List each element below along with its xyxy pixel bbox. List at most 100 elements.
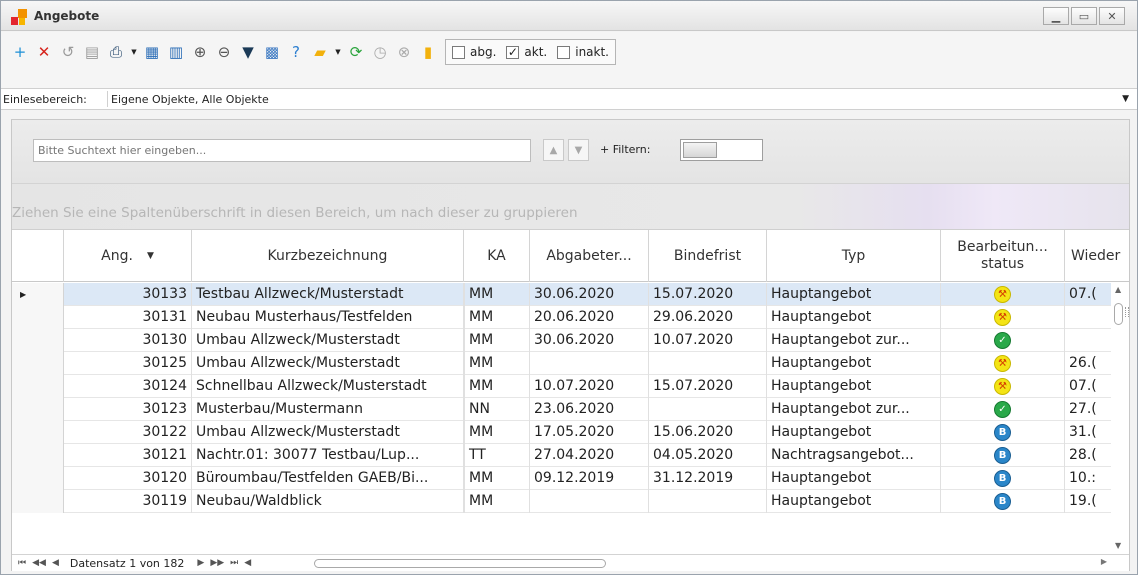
cell-typ[interactable]: Hauptangebot zur... [767, 329, 941, 352]
vertical-scrollbar[interactable]: ▲ ▼ [1111, 283, 1127, 558]
refresh-icon[interactable]: ⟳ [345, 41, 367, 63]
column-header-abgabetermin[interactable]: Abgabeter... [530, 230, 649, 282]
print-icon[interactable]: ⎙ [105, 41, 127, 63]
cell-kurzbezeichnung[interactable]: Umbau Allzweck/Musterstadt [192, 421, 464, 444]
cell-typ[interactable]: Hauptangebot [767, 467, 941, 490]
cell-bindefrist[interactable] [649, 352, 767, 375]
cell-abgabetermin[interactable]: 27.04.2020 [530, 444, 649, 467]
cell-ka[interactable]: MM [464, 375, 530, 398]
cell-kurzbezeichnung[interactable]: Büroumbau/Testfelden GAEB/Bi... [192, 467, 464, 490]
cell-ka[interactable]: MM [464, 467, 530, 490]
column-header-kurzbezeichnung[interactable]: Kurzbezeichnung [192, 230, 464, 282]
horizontal-scrollbar-thumb[interactable] [314, 559, 606, 568]
table-row[interactable]: ▶ 30133 Testbau Allzweck/Musterstadt MM 30.0… [12, 283, 1112, 306]
table-row[interactable]: 30130 Umbau Allzweck/Musterstadt MM 30.06.2… [12, 329, 1112, 352]
row-indicator[interactable] [12, 375, 64, 398]
scrollbar-thumb[interactable] [1114, 303, 1123, 325]
column-header-ka[interactable]: KA [464, 230, 530, 282]
undo-icon[interactable]: ↺ [57, 41, 79, 63]
row-indicator[interactable] [12, 352, 64, 375]
table-row[interactable]: 30120 Büroumbau/Testfelden GAEB/Bi... MM 09… [12, 467, 1112, 490]
cell-ka[interactable]: MM [464, 306, 530, 329]
cell-status[interactable]: ⚒ [941, 306, 1065, 329]
cell-ang[interactable]: 30130 [64, 329, 192, 352]
cell-status[interactable]: B [941, 421, 1065, 444]
row-indicator[interactable] [12, 329, 64, 352]
cell-kurzbezeichnung[interactable]: Neubau Musterhaus/Testfelden [192, 306, 464, 329]
table-row[interactable]: 30125 Umbau Allzweck/Musterstadt MM Hauptan… [12, 352, 1112, 375]
row-indicator[interactable] [12, 444, 64, 467]
cell-ka[interactable]: MM [464, 329, 530, 352]
cell-wieder[interactable]: 10.: [1065, 467, 1112, 490]
table-row[interactable]: 30123 Musterbau/Mustermann NN 23.06.2020 Hau… [12, 398, 1112, 421]
cell-bindefrist[interactable] [649, 398, 767, 421]
table-row[interactable]: 30124 Schnellbau Allzweck/Musterstadt MM 10… [12, 375, 1112, 398]
cell-typ[interactable]: Hauptangebot [767, 375, 941, 398]
sort-descending-icon[interactable]: ▼ [147, 248, 154, 265]
cell-bindefrist[interactable] [649, 490, 767, 513]
cell-status[interactable]: B [941, 467, 1065, 490]
cell-kurzbezeichnung[interactable]: Testbau Allzweck/Musterstadt [192, 283, 464, 306]
cell-ang[interactable]: 30121 [64, 444, 192, 467]
cell-typ[interactable]: Hauptangebot [767, 490, 941, 513]
cell-abgabetermin[interactable]: 30.06.2020 [530, 283, 649, 306]
table-row[interactable]: 30121 Nachtr.01: 30077 Testbau/Lup... TT 27… [12, 444, 1112, 467]
filter-toggle[interactable] [680, 139, 763, 161]
save-icon[interactable]: ▤ [81, 41, 103, 63]
cell-bindefrist[interactable]: 29.06.2020 [649, 306, 767, 329]
dropdown-arrow-icon[interactable]: ▼ [129, 41, 139, 63]
columns-icon[interactable]: ▥ [165, 41, 187, 63]
row-indicator[interactable] [12, 490, 64, 513]
cell-ang[interactable]: 30125 [64, 352, 192, 375]
cell-bindefrist[interactable]: 31.12.2019 [649, 467, 767, 490]
cell-ang[interactable]: 30120 [64, 467, 192, 490]
next-page-icon[interactable]: ▶▶ [210, 558, 224, 568]
clock-icon[interactable]: ◷ [369, 41, 391, 63]
cell-typ[interactable]: Hauptangebot [767, 283, 941, 306]
find-next-button[interactable]: ▼ [568, 139, 589, 161]
chevron-down-icon[interactable]: ▼ [1122, 94, 1129, 104]
cell-kurzbezeichnung[interactable]: Umbau Allzweck/Musterstadt [192, 329, 464, 352]
maximize-icon[interactable]: ▭ [1071, 7, 1097, 25]
cell-ang[interactable]: 30131 [64, 306, 192, 329]
close-icon[interactable]: ✕ [1099, 7, 1125, 25]
zoom-in-icon[interactable]: ⊕ [189, 41, 211, 63]
cell-abgabetermin[interactable]: 20.06.2020 [530, 306, 649, 329]
cell-kurzbezeichnung[interactable]: Musterbau/Mustermann [192, 398, 464, 421]
layout-icon[interactable]: ▩ [261, 41, 283, 63]
dropdown-arrow-icon[interactable]: ▼ [333, 41, 343, 63]
folder-icon[interactable]: ▰ [309, 41, 331, 63]
cell-kurzbezeichnung[interactable]: Schnellbau Allzweck/Musterstadt [192, 375, 464, 398]
table-row[interactable]: 30119 Neubau/Waldblick MM Hauptangebot B 19.( [12, 490, 1112, 513]
delete-icon[interactable]: ✕ [33, 41, 55, 63]
status-checkbox[interactable] [452, 45, 465, 59]
cell-status[interactable]: ✓ [941, 329, 1065, 352]
cell-wieder[interactable]: 07.( [1065, 375, 1112, 398]
table-row[interactable]: 30131 Neubau Musterhaus/Testfelden MM 20.06… [12, 306, 1112, 329]
cell-abgabetermin[interactable]: 09.12.2019 [530, 467, 649, 490]
zoom-out-icon[interactable]: ⊖ [213, 41, 235, 63]
search-input[interactable] [33, 139, 531, 162]
add-icon[interactable]: + [9, 41, 31, 63]
cell-wieder[interactable]: 27.( [1065, 398, 1112, 421]
scroll-up-icon[interactable]: ▲ [1115, 285, 1121, 294]
scroll-right-icon[interactable]: ▶ [1101, 557, 1107, 566]
first-record-icon[interactable]: ⏮ [18, 558, 26, 568]
cell-wieder[interactable]: 26.( [1065, 352, 1112, 375]
row-indicator[interactable] [12, 467, 64, 490]
cell-kurzbezeichnung[interactable]: Umbau Allzweck/Musterstadt [192, 352, 464, 375]
table-row[interactable]: 30122 Umbau Allzweck/Musterstadt MM 17.05.2… [12, 421, 1112, 444]
minimize-icon[interactable]: ▁ [1043, 7, 1069, 25]
row-indicator[interactable] [12, 306, 64, 329]
status-checkbox[interactable]: ✓ [506, 45, 520, 59]
previous-record-icon[interactable]: ◀ [52, 558, 59, 568]
scroll-down-icon[interactable]: ▼ [1115, 541, 1121, 550]
cell-typ[interactable]: Nachtragsangebot... [767, 444, 941, 467]
cell-ang[interactable]: 30133 [64, 283, 192, 306]
last-record-icon[interactable]: ⏭ [230, 558, 238, 568]
cell-ka[interactable]: MM [464, 490, 530, 513]
cell-abgabetermin[interactable]: 23.06.2020 [530, 398, 649, 421]
cell-bindefrist[interactable]: 10.07.2020 [649, 329, 767, 352]
clipboard-add-icon[interactable]: ▮ [417, 41, 439, 63]
cell-bindefrist[interactable]: 15.07.2020 [649, 283, 767, 306]
